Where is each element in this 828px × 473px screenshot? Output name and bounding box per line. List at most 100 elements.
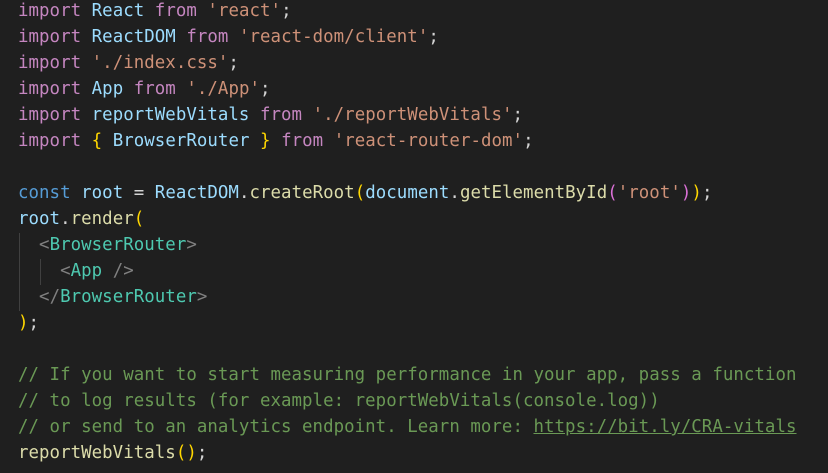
- code-line: import React from 'react';: [18, 0, 292, 24]
- code-token: import: [18, 1, 82, 21]
- code-token: />: [102, 261, 134, 281]
- code-token: BrowserRouter: [49, 235, 187, 255]
- code-token: (: [354, 183, 366, 203]
- code-token: from: [154, 1, 197, 21]
- code-token: root: [18, 209, 61, 229]
- code-token: ;: [28, 313, 40, 333]
- code-token: ;: [228, 53, 239, 73]
- code-token: <: [39, 235, 50, 255]
- code-token: >: [186, 235, 197, 255]
- code-token: './index.css': [91, 53, 229, 73]
- code-line: // If you want to start measuring perfor…: [18, 362, 796, 388]
- code-line: import ReactDOM from 'react-dom/client';: [18, 24, 439, 50]
- code-token: ): [691, 183, 702, 203]
- code-line: import { BrowserRouter } from 'react-rou…: [18, 128, 534, 154]
- code-token: .: [238, 183, 250, 203]
- code-token: import: [18, 105, 82, 125]
- code-token: ): [680, 183, 692, 203]
- code-token: // or send to an analytics endpoint. Lea…: [18, 417, 534, 437]
- code-token: (: [175, 443, 187, 463]
- code-token: ;: [260, 79, 271, 99]
- code-line: root.render(: [18, 206, 144, 232]
- code-token: ;: [196, 443, 208, 463]
- code-line: import reportWebVitals from './reportWeb…: [18, 102, 523, 128]
- code-line: import App from './App';: [18, 76, 271, 102]
- code-token: App: [70, 261, 103, 281]
- code-token: BrowserRouter: [112, 131, 250, 151]
- code-token: .: [60, 209, 71, 229]
- code-token: }: [260, 131, 271, 151]
- code-token: ): [186, 443, 197, 463]
- code-line: // or send to an analytics endpoint. Lea…: [18, 414, 797, 440]
- code-token: reportWebVitals: [18, 443, 176, 463]
- code-line: reportWebVitals();: [18, 440, 207, 466]
- code-token: <: [60, 261, 71, 281]
- code-editor[interactable]: import React from 'react'; import ReactDO…: [0, 0, 828, 473]
- code-token: 'react': [207, 1, 282, 21]
- code-line: const root = ReactDOM.createRoot(documen…: [18, 180, 712, 206]
- code-token: root: [81, 183, 124, 203]
- code-token: ;: [701, 183, 713, 203]
- code-link[interactable]: https://bit.ly/CRA-vitals: [533, 417, 796, 437]
- code-token: 'react-dom/client': [238, 27, 429, 47]
- code-token: from: [281, 131, 324, 151]
- code-line: );: [18, 310, 39, 336]
- code-token: import: [18, 53, 82, 73]
- code-token: ReactDOM: [91, 27, 176, 47]
- code-token: ;: [281, 1, 292, 21]
- code-token: ;: [523, 131, 534, 151]
- code-token: // to log results (for example: reportWe…: [18, 391, 660, 411]
- code-token: document: [365, 183, 450, 203]
- code-token: BrowserRouter: [60, 287, 197, 307]
- code-token: {: [91, 131, 103, 151]
- code-token: from: [186, 27, 229, 47]
- code-line: </BrowserRouter>: [18, 284, 207, 310]
- code-token: ;: [512, 105, 524, 125]
- code-token: 'react-router-dom': [333, 131, 524, 151]
- code-token: const: [18, 183, 71, 203]
- code-line: import './index.css';: [18, 50, 239, 76]
- code-token: from: [133, 79, 176, 99]
- code-line: <BrowserRouter>: [18, 232, 197, 258]
- code-token: .: [449, 183, 460, 203]
- code-token: =: [123, 183, 155, 203]
- code-token: from: [260, 105, 303, 125]
- code-token: >: [196, 287, 208, 307]
- code-token: 'root': [617, 183, 681, 203]
- code-token: // If you want to start measuring perfor…: [18, 365, 797, 385]
- code-token: ): [18, 313, 29, 333]
- code-token: import: [18, 131, 82, 151]
- code-token: import: [18, 27, 82, 47]
- code-token: getElementById: [459, 183, 608, 203]
- code-line: // to log results (for example: reportWe…: [18, 388, 660, 414]
- code-token: ;: [428, 27, 439, 47]
- code-token: render: [70, 209, 134, 229]
- code-token: </: [39, 287, 61, 307]
- code-token: createRoot: [249, 183, 355, 203]
- code-token: reportWebVitals: [91, 105, 250, 125]
- code-token: App: [91, 79, 124, 99]
- code-token: React: [91, 1, 145, 21]
- code-token: (: [133, 209, 145, 229]
